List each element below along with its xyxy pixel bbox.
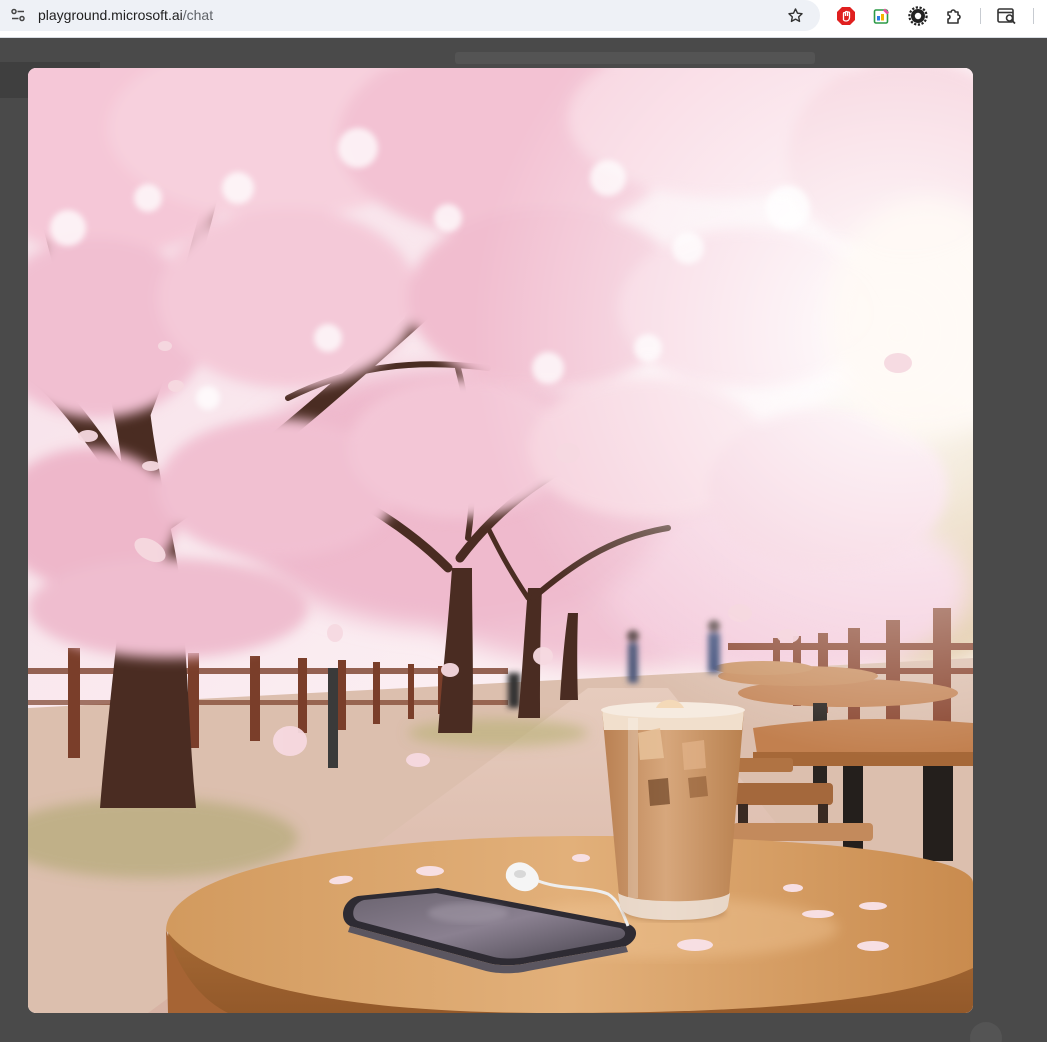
dimmed-page-text: [455, 52, 815, 64]
url-path: /chat: [182, 7, 214, 23]
settings-extension-icon[interactable]: [907, 5, 929, 27]
url-host: playground.microsoft.ai: [38, 7, 183, 23]
toolbar-divider: [1033, 8, 1034, 24]
puzzle-extensions-icon[interactable]: [943, 5, 965, 27]
color-picker-extension-icon[interactable]: [871, 5, 893, 27]
search-tab-icon[interactable]: [996, 5, 1018, 27]
browser-toolbar: playground.microsoft.ai/chat: [0, 0, 1047, 38]
url-text[interactable]: playground.microsoft.ai/chat: [38, 7, 213, 23]
site-settings-icon[interactable]: [10, 7, 26, 23]
screen: playground.microsoft.ai/chat: [0, 0, 1047, 1042]
star-icon[interactable]: [786, 6, 805, 25]
toolbar-divider: [980, 8, 981, 24]
generated-image-viewer[interactable]: [28, 68, 973, 1013]
adblock-extension-icon[interactable]: [835, 5, 857, 27]
generated-image: [28, 68, 973, 1013]
address-bar[interactable]: playground.microsoft.ai/chat: [0, 0, 820, 31]
